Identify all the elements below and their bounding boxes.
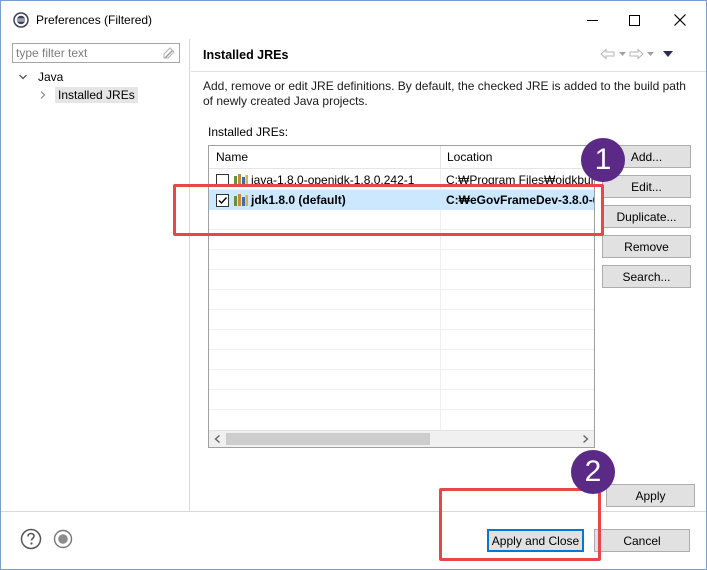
table-header: Name Location	[209, 146, 594, 169]
row-grid-line	[209, 269, 594, 270]
chevron-right-icon[interactable]	[37, 89, 49, 101]
close-icon	[674, 14, 686, 26]
horizontal-scrollbar[interactable]	[209, 430, 594, 447]
page-navigation	[600, 47, 676, 61]
minimize-button[interactable]	[569, 1, 615, 39]
window-title: Preferences (Filtered)	[36, 13, 153, 27]
row-grid-line	[209, 329, 594, 330]
column-header-location[interactable]: Location	[440, 146, 492, 169]
close-button[interactable]	[657, 1, 703, 39]
duplicate-button[interactable]: Duplicate...	[602, 205, 691, 228]
highlight-box-apply-close	[439, 488, 601, 561]
row-grid-line	[209, 309, 594, 310]
column-header-name[interactable]: Name	[209, 146, 248, 169]
row-grid-line	[209, 289, 594, 290]
eclipse-app-icon	[13, 12, 29, 28]
tree-item-installed-jres[interactable]: Installed JREs	[37, 86, 138, 104]
apply-button[interactable]: Apply	[606, 484, 695, 507]
chevron-down-icon[interactable]	[17, 71, 29, 83]
step-badge-1: 1	[581, 138, 625, 182]
help-icon[interactable]	[20, 528, 42, 550]
edit-button[interactable]: Edit...	[602, 175, 691, 198]
step-badge-2: 2	[571, 450, 615, 494]
title-bar: Preferences (Filtered)	[1, 1, 706, 39]
preference-page: Installed JREs Add, remove or edit JRE d…	[191, 39, 706, 511]
tree-item-label: Installed JREs	[55, 87, 138, 103]
preference-tree-pane: Java Installed JREs	[1, 39, 190, 511]
remove-button[interactable]: Remove	[602, 235, 691, 258]
scroll-left-icon[interactable]	[209, 431, 226, 447]
row-grid-line	[209, 389, 594, 390]
forward-arrow-icon[interactable]	[628, 47, 644, 61]
tree-item-java[interactable]: Java	[17, 68, 66, 86]
maximize-button[interactable]	[611, 1, 657, 39]
filter-input[interactable]	[13, 44, 158, 62]
page-title: Installed JREs	[203, 48, 289, 62]
row-grid-line	[209, 369, 594, 370]
back-history-dropdown-icon[interactable]	[618, 47, 626, 61]
row-grid-line	[209, 249, 594, 250]
view-menu-icon[interactable]	[660, 47, 676, 61]
forward-history-dropdown-icon[interactable]	[646, 47, 654, 61]
filter-field[interactable]	[12, 43, 180, 63]
search-button[interactable]: Search...	[602, 265, 691, 288]
scrollbar-thumb[interactable]	[226, 433, 430, 445]
row-grid-line	[209, 409, 594, 410]
tree-item-label: Java	[38, 70, 64, 84]
preferences-dialog: Preferences (Filtered) Java	[0, 0, 707, 570]
scroll-right-icon[interactable]	[577, 431, 594, 447]
highlight-box-jre-row	[173, 184, 604, 236]
clear-filter-icon[interactable]	[162, 46, 176, 60]
cancel-button[interactable]: Cancel	[594, 529, 690, 552]
import-export-icon[interactable]	[53, 529, 73, 549]
back-arrow-icon[interactable]	[600, 47, 616, 61]
row-grid-line	[209, 349, 594, 350]
header-divider	[191, 71, 706, 72]
page-description: Add, remove or edit JRE definitions. By …	[203, 79, 686, 108]
installed-jres-label: Installed JREs:	[208, 125, 289, 139]
maximize-icon	[628, 14, 640, 26]
minimize-icon	[586, 19, 598, 21]
